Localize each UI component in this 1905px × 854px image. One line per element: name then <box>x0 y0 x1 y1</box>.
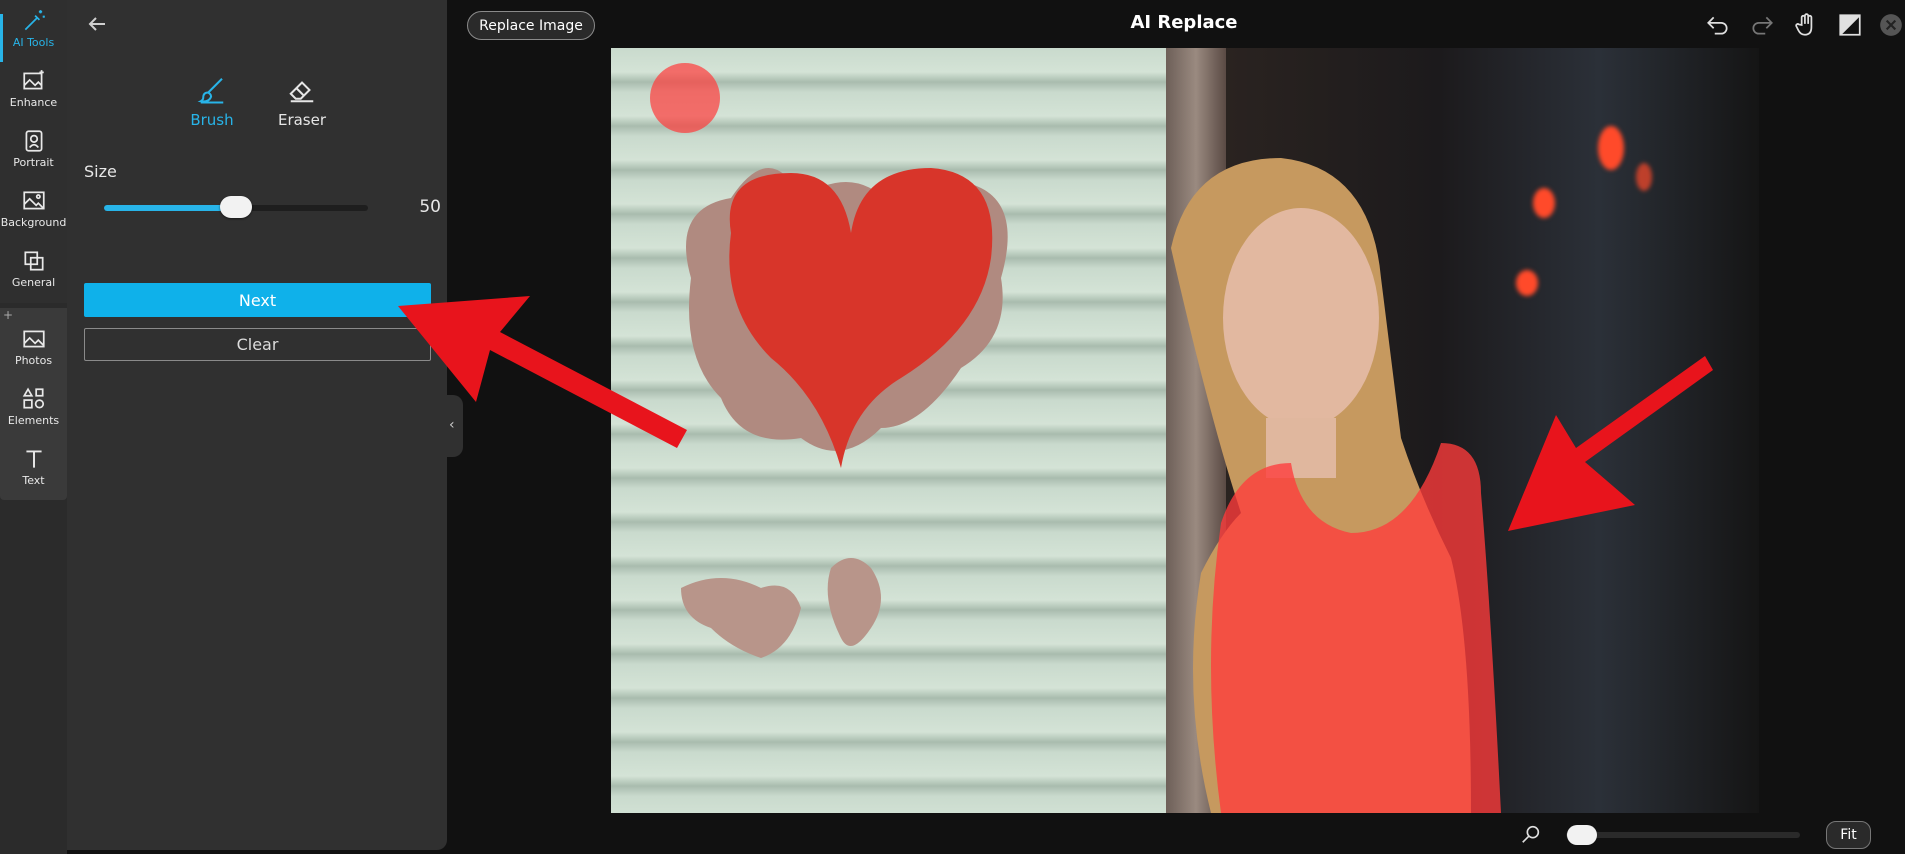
background-icon <box>22 191 45 210</box>
eraser-tool[interactable]: Eraser <box>262 75 342 129</box>
magic-wand-icon <box>24 10 45 31</box>
brush-icon <box>197 78 224 104</box>
tool-rail: AI Tools Enhance Portrait Background Gen… <box>0 0 67 854</box>
brush-tool[interactable]: Brush <box>172 75 252 129</box>
rail-item-enhance[interactable]: Enhance <box>0 68 67 128</box>
rail-label: Background <box>0 216 67 229</box>
rail-label: General <box>11 276 56 289</box>
rail-item-background[interactable]: Background <box>0 188 67 248</box>
woman-face <box>1223 208 1379 428</box>
rail-item-elements[interactable]: Elements <box>0 386 67 446</box>
portrait-icon <box>25 130 42 152</box>
image-sparkle-icon <box>22 70 44 90</box>
zoom-slider-thumb[interactable] <box>1567 825 1597 845</box>
brush-cursor <box>650 63 720 133</box>
rail-item-portrait[interactable]: Portrait <box>0 128 67 188</box>
compare-button[interactable] <box>1837 12 1863 38</box>
redo-button[interactable] <box>1749 12 1775 38</box>
hand-icon <box>1795 13 1813 36</box>
zoom-button[interactable] <box>1520 823 1542 845</box>
brush-label: Brush <box>190 111 234 129</box>
peeled-paint-patch <box>827 558 881 646</box>
size-label: Size <box>84 162 117 181</box>
collapse-panel-tab[interactable]: ‹ <box>445 395 463 457</box>
compare-icon <box>1839 14 1861 36</box>
size-value: 50 <box>419 197 441 217</box>
redo-icon <box>1752 16 1773 35</box>
clear-button[interactable]: Clear <box>84 328 431 361</box>
rail-item-ai-tools[interactable]: AI Tools <box>0 8 67 68</box>
close-button[interactable] <box>1878 12 1904 38</box>
rail-label: Portrait <box>13 156 54 169</box>
copy-icon <box>23 251 44 271</box>
peeled-paint-patch <box>681 578 801 658</box>
next-button[interactable]: Next <box>84 283 431 317</box>
arrow-left-icon <box>88 17 105 31</box>
rail-label: Text <box>22 474 45 487</box>
ai-replace-panel: Brush Eraser Size 50 Next Clear <box>67 0 447 850</box>
shapes-icon <box>22 387 44 409</box>
photo-artwork <box>650 63 1501 813</box>
eraser-label: Eraser <box>277 111 327 129</box>
page-title: AI Replace <box>1130 12 1238 33</box>
replace-image-button[interactable]: Replace Image <box>467 11 595 40</box>
size-slider[interactable] <box>104 196 368 218</box>
fit-button[interactable]: Fit <box>1826 821 1871 849</box>
rail-label: Elements <box>7 414 60 427</box>
rail-item-text[interactable]: Text <box>0 446 67 506</box>
size-slider-thumb[interactable] <box>220 196 252 218</box>
eraser-icon <box>289 81 314 103</box>
canvas-image[interactable] <box>611 48 1759 813</box>
undo-button[interactable] <box>1705 12 1731 38</box>
back-button[interactable] <box>85 12 109 36</box>
close-icon <box>1880 14 1902 36</box>
zoom-icon <box>1522 825 1540 843</box>
chevron-left-icon: ‹ <box>449 417 455 433</box>
rail-item-general[interactable]: General <box>0 248 67 308</box>
undo-icon <box>1707 16 1728 35</box>
photo-icon <box>22 330 45 348</box>
text-icon <box>25 450 42 468</box>
rail-label: Photos <box>14 354 53 367</box>
hand-tool-button[interactable] <box>1793 12 1819 38</box>
rail-label: AI Tools <box>12 36 55 49</box>
size-slider-fill <box>104 205 236 211</box>
rail-item-photos[interactable]: Photos <box>0 326 67 386</box>
rail-plus: + <box>3 308 14 322</box>
zoom-slider[interactable] <box>1566 832 1800 838</box>
rail-label: Enhance <box>9 96 58 109</box>
